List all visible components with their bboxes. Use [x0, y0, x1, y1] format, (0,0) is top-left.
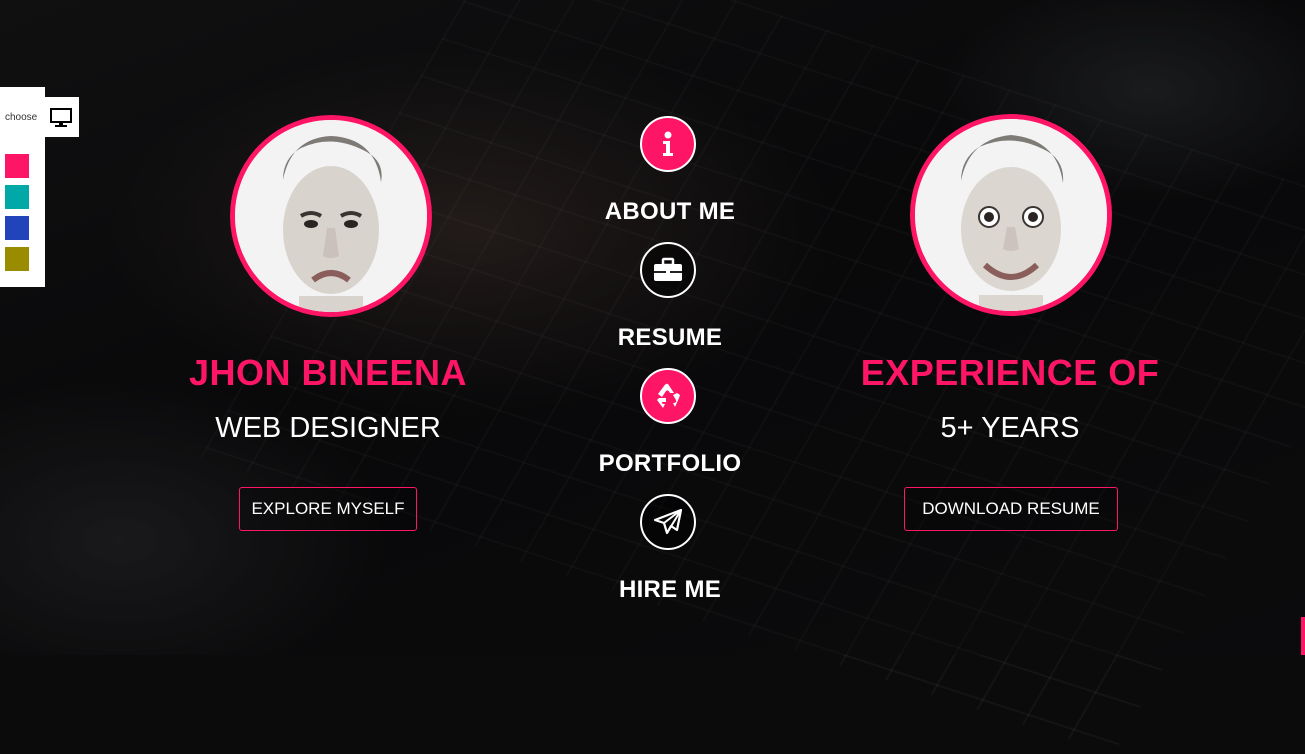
profile-name: JHON BINEENA — [188, 352, 468, 393]
switcher-label: choose — [5, 111, 38, 123]
nav-label-about-me: ABOUT ME — [604, 198, 736, 225]
explore-myself-button[interactable]: EXPLORE MYSELF — [239, 487, 417, 531]
swatch-pink[interactable] — [5, 154, 29, 178]
experience-title: EXPERIENCE OF — [860, 352, 1160, 393]
profile-photo-sad — [230, 115, 432, 317]
paper-plane-icon — [640, 494, 696, 550]
swatch-olive[interactable] — [5, 247, 29, 271]
nav-label-hire-me: HIRE ME — [618, 576, 722, 603]
profile-role: WEB DESIGNER — [215, 412, 441, 444]
experience-years: 5+ YEARS — [940, 412, 1080, 444]
nav-label-portfolio: PORTFOLIO — [598, 450, 742, 477]
profile-photo-happy — [910, 114, 1112, 316]
briefcase-icon — [640, 242, 696, 298]
info-icon — [640, 116, 696, 172]
download-resume-button[interactable]: DOWNLOAD RESUME — [904, 487, 1118, 531]
switcher-toggle[interactable]: choose — [0, 97, 79, 137]
nav-label-resume: RESUME — [617, 324, 723, 351]
monitor-icon[interactable] — [50, 108, 72, 128]
swatch-teal[interactable] — [5, 185, 29, 209]
recycle-icon — [640, 368, 696, 424]
swatch-blue[interactable] — [5, 216, 29, 240]
color-switcher-panel: choose — [0, 87, 79, 287]
scroll-indicator[interactable] — [1301, 617, 1305, 655]
